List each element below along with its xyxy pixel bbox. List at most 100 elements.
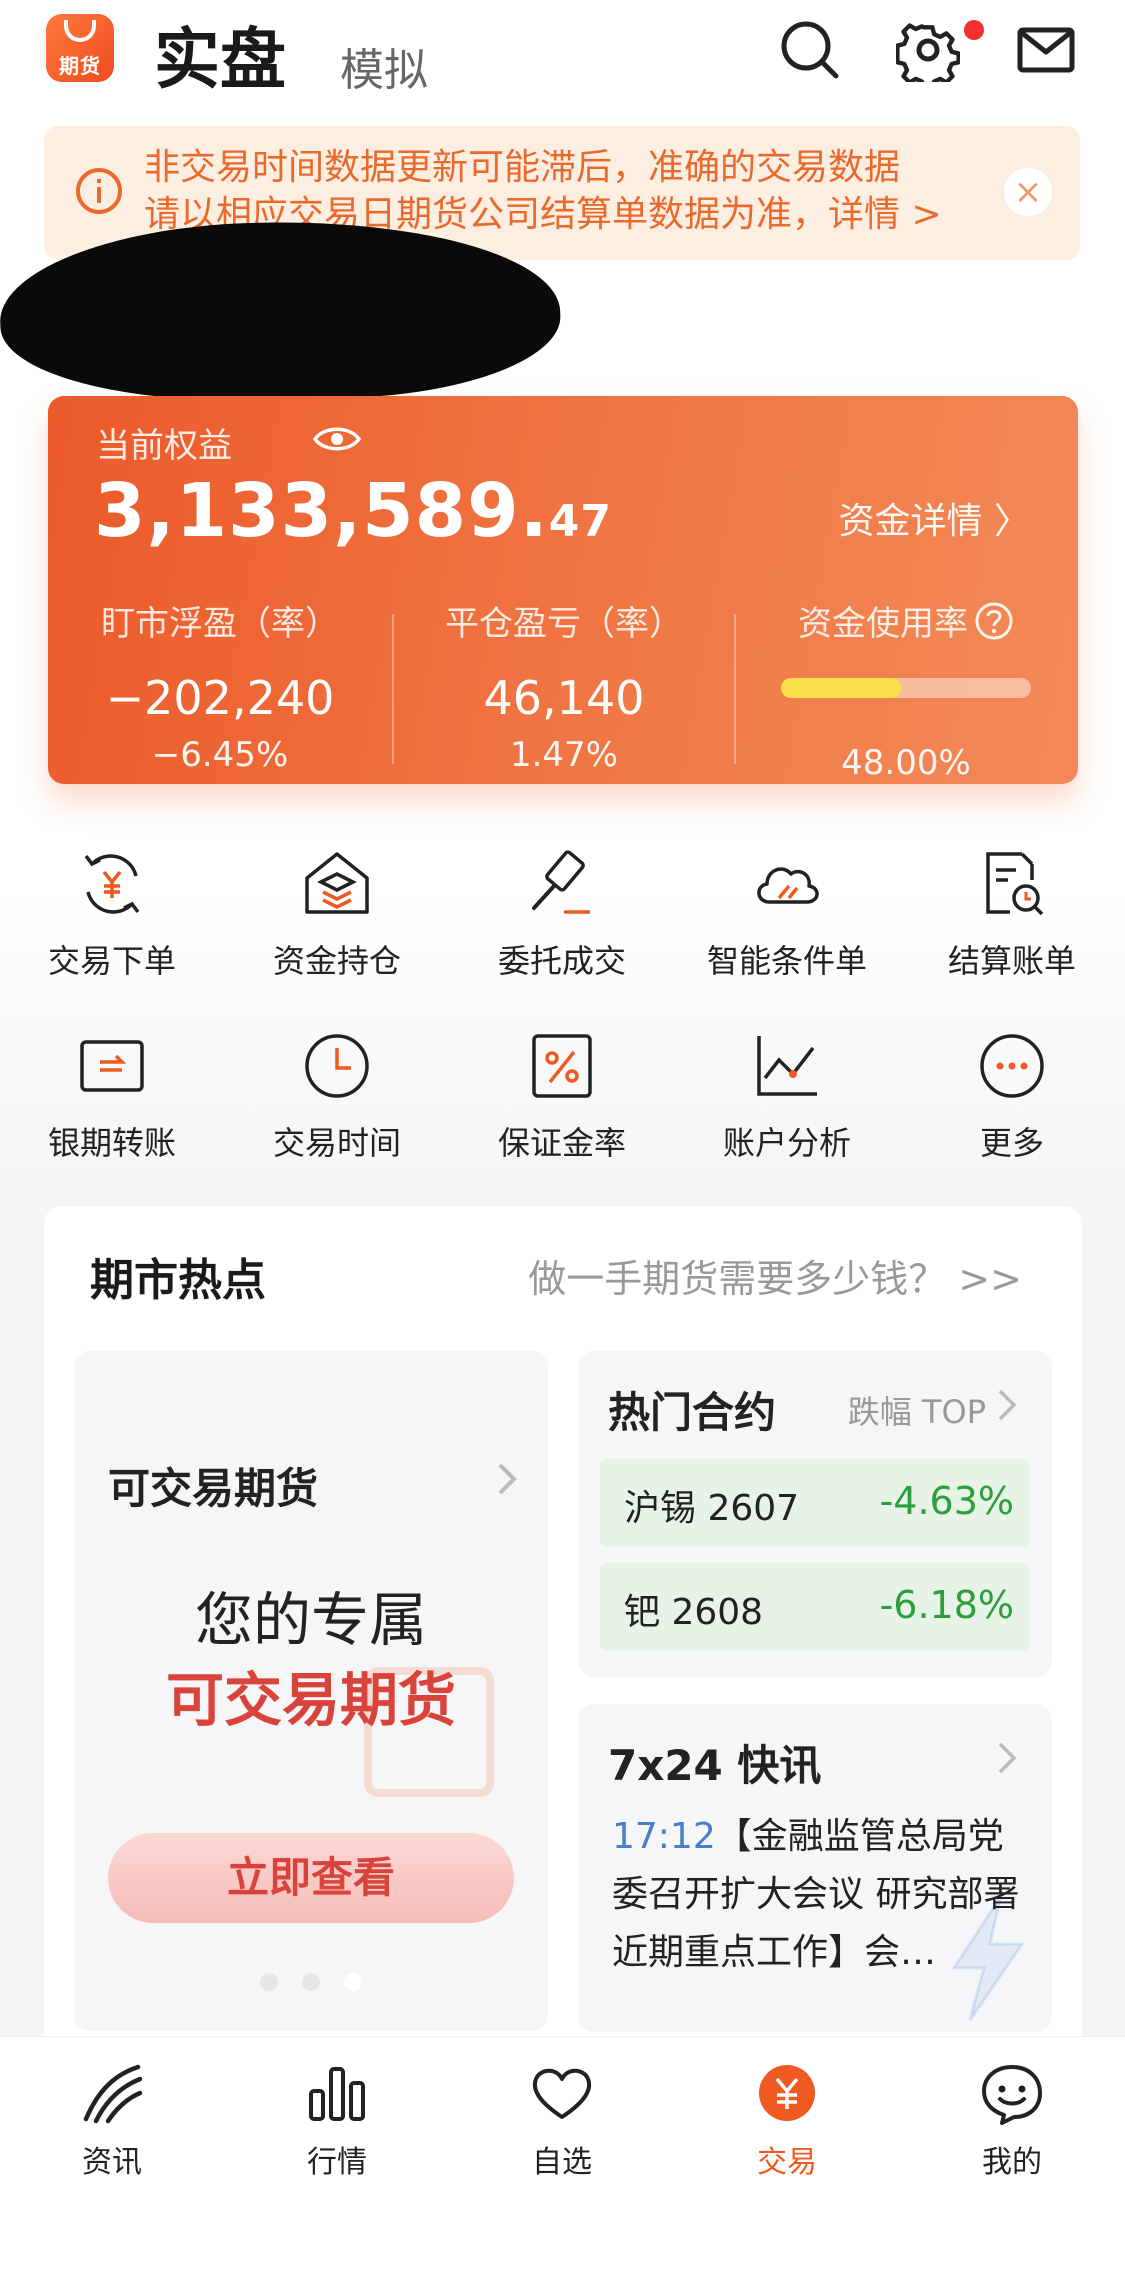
usage-progress-fill xyxy=(781,678,901,698)
panel-title: 热门合约 xyxy=(608,1388,777,1437)
contract-row[interactable]: 沪锡 2607 -4.63% xyxy=(600,1459,1030,1547)
news-text: 17:12【金融监管总局党委召开扩大会议 研究部署近期重点工作】会… xyxy=(612,1808,1022,1982)
carousel-dot-active[interactable] xyxy=(344,1973,362,1991)
func-label: 交易下单 xyxy=(47,942,176,980)
notification-dot xyxy=(964,20,984,40)
bill-search-icon xyxy=(974,846,1050,922)
nav-label: 资讯 xyxy=(82,2145,142,2180)
bars-icon xyxy=(305,2061,369,2125)
cost-link[interactable]: 做一手期货需要多少钱？ >> xyxy=(528,1248,1022,1303)
face-icon xyxy=(980,2061,1044,2125)
app-logo[interactable]: 期货 xyxy=(46,14,114,82)
header: 期货 实盘 模拟 xyxy=(0,0,1125,120)
func-label: 账户分析 xyxy=(722,1124,851,1162)
chevron-right-icon[interactable] xyxy=(996,1740,1018,1776)
house-layers-icon xyxy=(299,846,375,922)
equity-card: 当前权益 3,133,589.47 资金详情 〉 盯市浮盈（率） −202,24… xyxy=(48,396,1078,784)
percent-icon xyxy=(524,1028,600,1104)
help-icon[interactable] xyxy=(974,601,1014,641)
func-trade-time[interactable]: 交易时间 xyxy=(237,1028,437,1164)
contract-change: -4.63% xyxy=(879,1479,1014,1523)
nav-news[interactable]: 资讯 xyxy=(12,2061,212,2181)
nav-profile[interactable]: 我的 xyxy=(912,2061,1112,2181)
tab-sim[interactable]: 模拟 xyxy=(340,34,428,98)
clock-icon xyxy=(299,1028,375,1104)
func-label: 资金持仓 xyxy=(272,942,401,980)
stat-main-value: 46,140 xyxy=(483,671,645,725)
func-label: 保证金率 xyxy=(497,1124,626,1162)
card-transfer-icon xyxy=(74,1028,150,1104)
yuan-icon xyxy=(755,2061,819,2125)
eye-icon[interactable] xyxy=(312,422,362,456)
equity-value-cents: 47 xyxy=(548,496,612,547)
flash-news-panel[interactable]: 7x24 快讯 17:12【金融监管总局党委召开扩大会议 研究部署近期重点工作】… xyxy=(578,1704,1052,2032)
func-account-analysis[interactable]: 账户分析 xyxy=(687,1028,887,1164)
logo-text: 期货 xyxy=(59,54,101,78)
panel-title: 可交易期货 xyxy=(108,1464,319,1513)
stat-sub-value: 1.47% xyxy=(509,735,618,775)
close-button[interactable]: × xyxy=(1004,168,1052,216)
info-icon xyxy=(74,166,124,216)
stat-sub-value: −6.45% xyxy=(151,735,289,775)
usage-progress-bar xyxy=(781,678,1031,698)
mail-icon[interactable] xyxy=(1014,18,1078,82)
bottom-nav: 资讯 行情 自选 交易 我的 xyxy=(0,2036,1125,2286)
heart-icon xyxy=(530,2061,594,2125)
stat-label: 资金使用率 xyxy=(734,596,1078,645)
more-icon xyxy=(974,1028,1050,1104)
contract-change: -6.18% xyxy=(879,1583,1014,1627)
func-label: 交易时间 xyxy=(272,1124,401,1162)
func-label: 更多 xyxy=(979,1124,1044,1162)
func-trade-order[interactable]: 交易下单 xyxy=(12,846,212,982)
ranking-filter[interactable]: 跌幅 TOP xyxy=(848,1387,986,1433)
contract-name: 沪锡 2607 xyxy=(624,1488,800,1529)
func-bank-transfer[interactable]: 银期转账 xyxy=(12,1028,212,1164)
stat-floating-pnl: 盯市浮盈（率） −202,240 −6.45% xyxy=(48,596,392,775)
tab-real[interactable]: 实盘 xyxy=(154,6,286,102)
equity-value: 3,133,589.47 xyxy=(94,468,612,554)
carousel-dots xyxy=(74,1973,548,1995)
news-icon xyxy=(80,2061,144,2125)
func-margin-rate[interactable]: 保证金率 xyxy=(462,1028,662,1164)
func-fund-position[interactable]: 资金持仓 xyxy=(237,846,437,982)
nav-label: 自选 xyxy=(532,2145,592,2180)
usage-label: 资金使用率 xyxy=(798,604,968,644)
promo-line-2: 可交易期货 xyxy=(165,1666,456,1734)
yuan-cycle-icon xyxy=(74,846,150,922)
notice-line-1: 非交易时间数据更新可能滞后，准确的交易数据 xyxy=(144,147,901,188)
nav-trade[interactable]: 交易 xyxy=(687,2061,887,2181)
chevron-right-icon xyxy=(492,1459,522,1499)
func-label: 结算账单 xyxy=(947,942,1076,980)
view-now-button[interactable]: 立即查看 xyxy=(108,1833,514,1923)
func-label: 智能条件单 xyxy=(706,942,867,980)
line-chart-icon xyxy=(749,1028,825,1104)
section-title: 期市热点 xyxy=(90,1255,266,1306)
carousel-dot[interactable] xyxy=(302,1973,320,1991)
gavel-icon xyxy=(524,846,600,922)
contract-row[interactable]: 钯 2608 -6.18% xyxy=(600,1563,1030,1651)
func-more[interactable]: 更多 xyxy=(912,1028,1112,1164)
stat-sub-value: 48.00% xyxy=(841,743,971,783)
func-smart-condition[interactable]: 智能条件单 xyxy=(687,846,887,982)
gear-icon[interactable] xyxy=(895,18,961,91)
func-settlement-bill[interactable]: 结算账单 xyxy=(912,846,1112,982)
promo-line-1: 您的专属 xyxy=(194,1586,427,1654)
logo-mark-icon xyxy=(64,20,96,42)
chevron-right-icon[interactable] xyxy=(996,1387,1018,1423)
cloud-icon xyxy=(749,846,825,922)
fund-detail-link[interactable]: 资金详情 〉 xyxy=(839,492,1030,544)
nav-quotes[interactable]: 行情 xyxy=(237,2061,437,2181)
contract-name: 钯 2608 xyxy=(624,1592,764,1633)
tradable-futures-panel[interactable]: 可交易期货 您的专属 可交易期货 立即查看 xyxy=(74,1351,548,2031)
func-orders-fills[interactable]: 委托成交 xyxy=(462,846,662,982)
nav-label: 行情 xyxy=(307,2145,367,2180)
carousel-dot[interactable] xyxy=(260,1973,278,1991)
nav-label: 我的 xyxy=(982,2145,1042,2180)
hot-contracts-panel: 热门合约 跌幅 TOP 沪锡 2607 -4.63% 钯 2608 -6.18% xyxy=(578,1351,1052,1677)
panel-title: 7x24 快讯 xyxy=(608,1741,822,1790)
nav-watchlist[interactable]: 自选 xyxy=(462,2061,662,2181)
func-label: 委托成交 xyxy=(497,942,626,980)
stat-closing-pnl: 平仓盈亏（率） 46,140 1.47% xyxy=(392,596,736,775)
stat-label: 平仓盈亏（率） xyxy=(445,604,683,644)
search-icon[interactable] xyxy=(778,18,842,82)
